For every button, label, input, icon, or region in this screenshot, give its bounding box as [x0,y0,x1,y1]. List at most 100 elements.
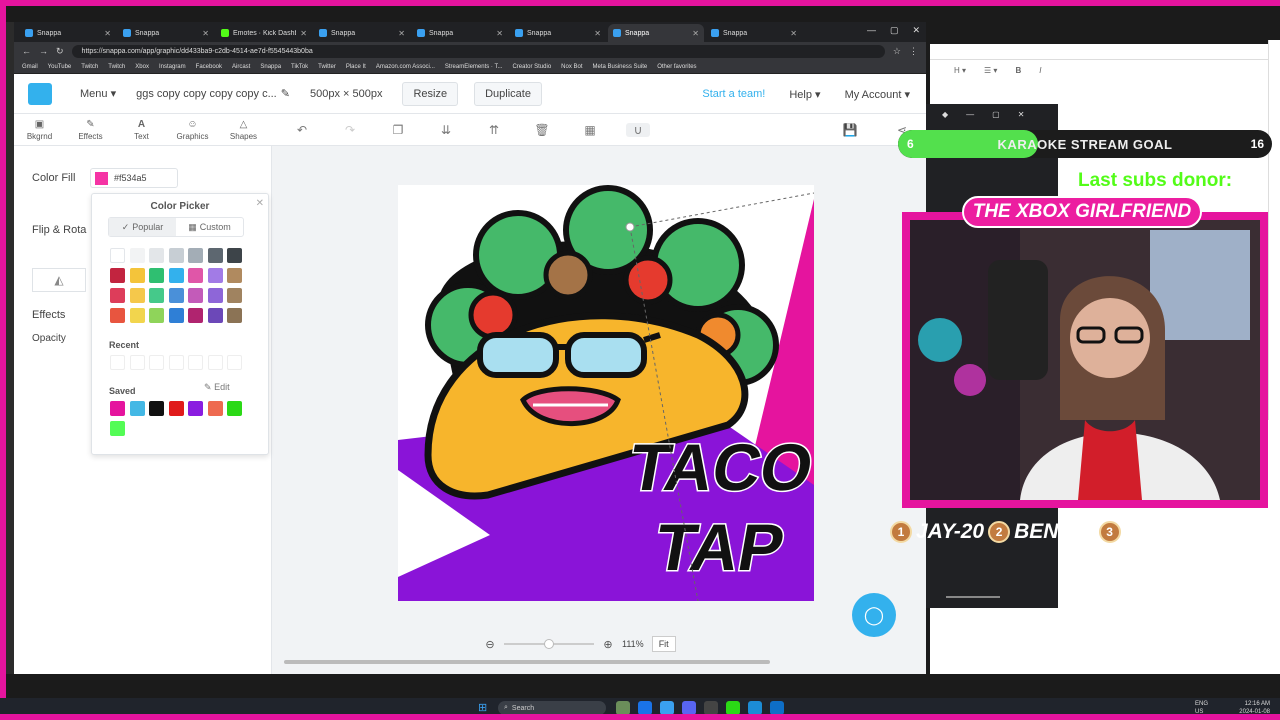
saved-color-swatch[interactable] [207,401,223,416]
zoom-out-icon[interactable]: ⊖ [484,638,496,651]
account-menu[interactable]: My Account ▾ [845,88,910,101]
saved-color-swatch[interactable] [168,401,184,416]
popular-color-swatch[interactable] [188,308,203,323]
popular-color-swatch[interactable] [227,308,242,323]
bold-icon[interactable]: B [1015,66,1021,75]
zoom-slider-handle[interactable] [544,639,554,649]
popular-color-swatch[interactable] [227,248,242,263]
bookmark-item[interactable]: Other favorites [657,64,696,70]
recent-color-slot[interactable] [188,355,203,370]
tool-text[interactable]: A Text [116,114,167,146]
popular-color-swatch[interactable] [149,288,164,303]
saved-color-swatch[interactable] [188,401,203,416]
pencil-icon[interactable]: ✎ [281,87,290,100]
popular-color-swatch[interactable] [110,248,125,263]
minimize-icon[interactable]: — [867,25,876,36]
browser-tab[interactable]: Snappa ✕ [412,24,508,42]
popular-color-swatch[interactable] [168,288,184,303]
send-backward-icon[interactable]: ⇊ [434,123,458,137]
bookmark-item[interactable]: Amazon.com Associ... [376,64,435,70]
grid-icon[interactable]: ▦ [578,123,602,137]
bookmark-item[interactable]: Twitch [108,64,125,70]
edit-saved-button[interactable]: ✎ Edit [204,382,230,393]
snap-magnet-icon[interactable]: ∪ [626,123,650,137]
tab-close-icon[interactable]: ✕ [594,29,601,38]
tab-close-icon[interactable]: ✕ [496,29,503,38]
saved-color-swatch[interactable] [110,401,125,416]
browser-tab[interactable]: Snappa ✕ [20,24,116,42]
restore-icon[interactable]: ▢ [992,110,1000,119]
help-menu[interactable]: Help ▾ [789,88,820,101]
tab-custom[interactable]: ▦ Custom [176,218,243,236]
popular-color-swatch[interactable] [129,268,145,283]
popular-color-swatch[interactable] [110,288,125,303]
popular-color-swatch[interactable] [227,268,242,283]
tab-close-icon[interactable]: ✕ [104,29,111,38]
saved-color-swatch[interactable] [129,401,145,416]
popular-color-swatch[interactable] [149,268,164,283]
close-icon[interactable]: ✕ [1018,110,1025,119]
color-fill-field[interactable]: #f534a5 [90,168,178,188]
url-field[interactable]: https://snappa.com/app/graphic/dd433ba9-… [71,44,885,58]
menu-button[interactable]: Menu ▾ [80,87,116,100]
popular-color-swatch[interactable] [149,248,164,263]
browser-tab[interactable]: Snappa ✕ [706,24,802,42]
file-name[interactable]: ggs copy copy copy copy c... [136,88,277,100]
windows-start-icon[interactable]: ⊞ [478,702,490,714]
tool-shapes[interactable]: △ Shapes [218,114,269,146]
recent-color-slot[interactable] [227,355,242,370]
undo-icon[interactable]: ↶ [290,123,314,137]
recent-color-slot[interactable] [168,355,184,370]
browser-tab[interactable]: Snappa ✕ [118,24,214,42]
zoom-in-icon[interactable]: ⊕ [602,638,614,651]
recent-color-slot[interactable] [110,355,125,370]
horizontal-scrollbar[interactable] [284,660,770,664]
tool-graphics[interactable]: ☺ Graphics [167,114,218,146]
saved-color-swatch[interactable] [227,401,242,416]
maximize-icon[interactable]: ▢ [890,25,899,36]
browser-tab[interactable]: Emotes · Kick Dashboard ✕ [216,24,312,42]
bookmark-item[interactable]: Place It [346,64,366,70]
edge-app-icon[interactable] [660,701,674,715]
zoom-slider[interactable] [504,639,594,649]
bookmark-item[interactable]: Instagram [159,64,186,70]
taskbar-search[interactable]: ⌕ Search [498,701,606,715]
popular-color-swatch[interactable] [110,268,125,283]
tab-close-icon[interactable]: ✕ [692,29,699,38]
duplicate-button[interactable]: Duplicate [474,81,542,106]
popular-color-swatch[interactable] [207,268,223,283]
popular-color-swatch[interactable] [188,268,203,283]
minimize-icon[interactable]: — [966,110,974,119]
reload-icon[interactable]: ↻ [56,46,64,57]
extensions-icon[interactable]: ⋮ [909,46,918,57]
bookmark-item[interactable]: Twitter [318,64,336,70]
recent-color-slot[interactable] [149,355,164,370]
heading-dropdown[interactable]: H ▾ [954,66,966,75]
bookmark-item[interactable]: Gmail [22,64,38,70]
popular-color-swatch[interactable] [227,288,242,303]
bookmark-item[interactable]: Snappa [260,64,281,70]
mini-app-volume-slider[interactable] [946,596,1000,598]
game-app-icon[interactable] [616,701,630,715]
popular-color-swatch[interactable] [149,308,164,323]
popular-color-swatch[interactable] [188,248,203,263]
xbox-app-icon[interactable] [726,701,740,715]
zoom-fit-button[interactable]: Fit [651,636,676,652]
bookmark-item[interactable]: Xbox [135,64,149,70]
popular-color-swatch[interactable] [207,248,223,263]
resize-button[interactable]: Resize [402,81,459,106]
tab-popular[interactable]: ✓ Popular [109,218,176,236]
popular-color-swatch[interactable] [129,288,145,303]
browser-app-icon[interactable] [638,701,652,715]
popular-color-swatch[interactable] [168,248,184,263]
tab-close-icon[interactable]: ✕ [202,29,209,38]
list-icon[interactable]: ☰ ▾ [984,66,997,75]
tab-close-icon[interactable]: ✕ [300,29,307,38]
bookmark-item[interactable]: Twitch [81,64,98,70]
close-icon[interactable]: ✕ [912,25,920,36]
support-chat-button[interactable]: ◯ [852,593,896,637]
snappa-logo[interactable] [28,82,52,105]
copy-icon[interactable]: ❐ [386,123,410,137]
start-team-link[interactable]: Start a team! [702,88,765,100]
bookmark-item[interactable]: YouTube [48,64,72,70]
